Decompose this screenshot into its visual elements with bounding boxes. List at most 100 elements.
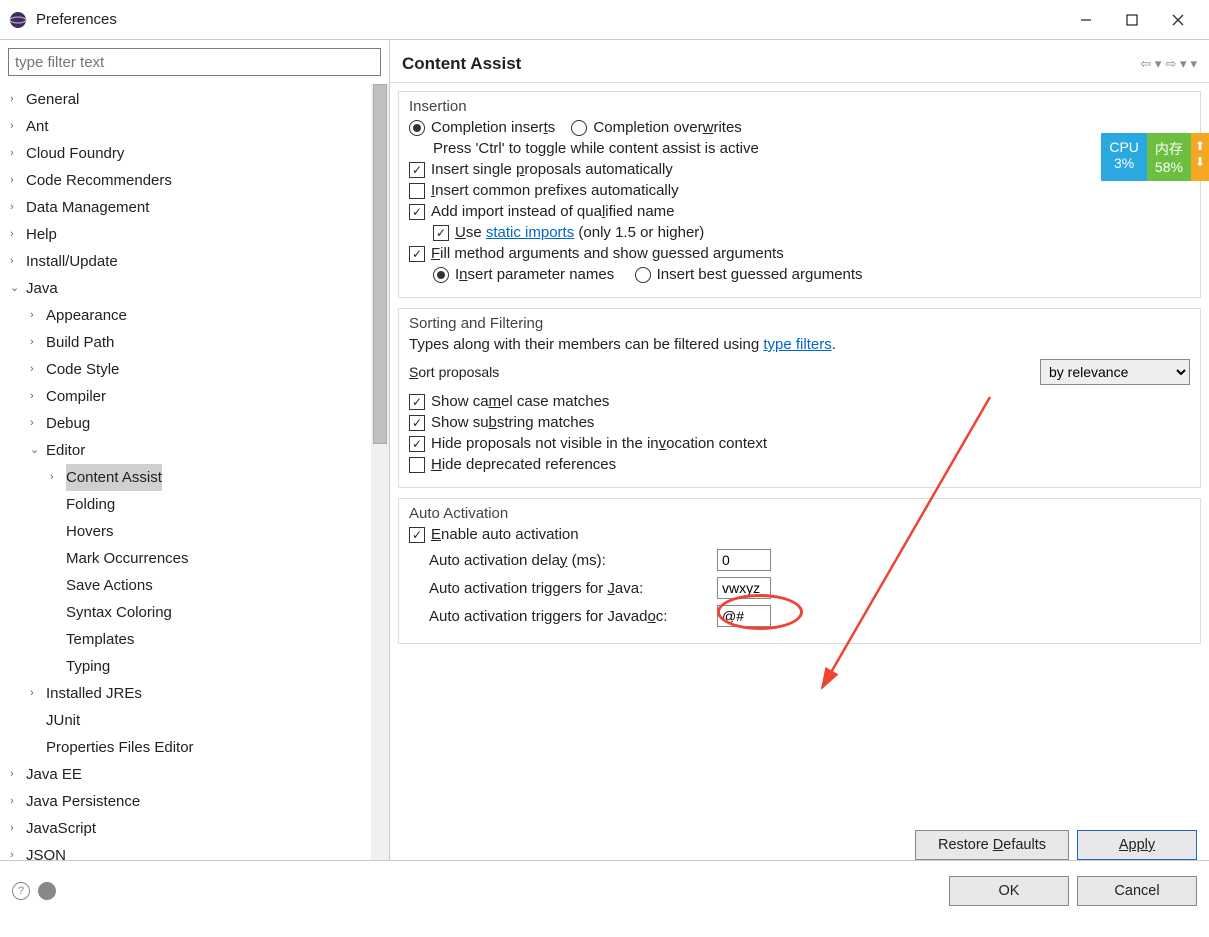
tree-item[interactable]: ⌄Java	[10, 275, 365, 302]
tree-item[interactable]: ⌄Editor	[10, 437, 365, 464]
java-triggers-input[interactable]	[717, 577, 771, 599]
delay-input[interactable]	[717, 549, 771, 571]
cancel-button[interactable]: Cancel	[1077, 876, 1197, 906]
tree-item[interactable]: ›Mark Occurrences	[10, 545, 365, 572]
check-insert-common[interactable]	[409, 183, 425, 199]
chevron-right-icon[interactable]: ›	[10, 248, 24, 275]
mem-label: 内存	[1155, 139, 1183, 159]
tree-item[interactable]: ›Installed JREs	[10, 680, 365, 707]
tree-item-label: Mark Occurrences	[66, 545, 189, 572]
tree-item[interactable]: ›JSON	[10, 842, 365, 860]
chevron-right-icon[interactable]: ›	[10, 113, 24, 140]
chevron-right-icon[interactable]: ›	[50, 464, 64, 491]
chevron-right-icon[interactable]: ›	[10, 167, 24, 194]
tree-item[interactable]: ›Appearance	[10, 302, 365, 329]
tree-item[interactable]: ›Debug	[10, 410, 365, 437]
perf-cpu: CPU 3%	[1101, 133, 1147, 181]
link-type-filters[interactable]: type filters	[763, 336, 831, 353]
label-hide-invisible: Hide proposals not visible in the invoca…	[431, 435, 767, 452]
chevron-right-icon[interactable]: ›	[10, 842, 24, 860]
tree-item-label: Editor	[46, 437, 85, 464]
chevron-right-icon[interactable]: ›	[10, 221, 24, 248]
tree-item[interactable]: ›Help	[10, 221, 365, 248]
tree-item[interactable]: ›Java EE	[10, 761, 365, 788]
check-enable-auto[interactable]	[409, 527, 425, 543]
check-insert-single[interactable]	[409, 162, 425, 178]
sorting-title: Sorting and Filtering	[409, 315, 1190, 332]
label-insert-param-names: Insert parameter names	[455, 266, 614, 283]
content-header: Content Assist ⇦ ▾ ⇨ ▾ ▾	[390, 40, 1209, 83]
chevron-right-icon[interactable]: ›	[10, 815, 24, 842]
tree-item[interactable]: ›Code Recommenders	[10, 167, 365, 194]
chevron-right-icon[interactable]: ›	[10, 788, 24, 815]
tree-scrollbar[interactable]	[371, 84, 389, 860]
tree-item[interactable]: ›Save Actions	[10, 572, 365, 599]
filter-input[interactable]	[8, 48, 381, 76]
radio-completion-inserts[interactable]	[409, 120, 425, 136]
check-camel[interactable]	[409, 394, 425, 410]
check-add-import[interactable]	[409, 204, 425, 220]
chevron-right-icon[interactable]: ›	[30, 410, 44, 437]
tree-item[interactable]: ›Typing	[10, 653, 365, 680]
tree-item[interactable]: ›General	[10, 86, 365, 113]
preferences-tree[interactable]: ›General›Ant›Cloud Foundry›Code Recommen…	[0, 84, 371, 860]
tree-item[interactable]: ›Java Persistence	[10, 788, 365, 815]
tree-item[interactable]: ›Folding	[10, 491, 365, 518]
import-export-icon[interactable]	[38, 882, 56, 900]
radio-best-guessed[interactable]	[635, 267, 651, 283]
chevron-right-icon[interactable]: ›	[10, 194, 24, 221]
chevron-down-icon[interactable]: ⌄	[30, 437, 44, 464]
tree-item[interactable]: ›Code Style	[10, 356, 365, 383]
chevron-down-icon[interactable]: ⌄	[10, 275, 24, 302]
help-icon[interactable]: ?	[12, 882, 30, 900]
tree-item[interactable]: ›Properties Files Editor	[10, 734, 365, 761]
tree-item[interactable]: ›Syntax Coloring	[10, 599, 365, 626]
javadoc-triggers-input[interactable]	[717, 605, 771, 627]
tree-item[interactable]: ›Install/Update	[10, 248, 365, 275]
tree-item[interactable]: ›Build Path	[10, 329, 365, 356]
apply-button[interactable]: Apply	[1077, 830, 1197, 860]
tree-item[interactable]: ›Content Assist	[10, 464, 365, 491]
chevron-right-icon[interactable]: ›	[10, 761, 24, 788]
ok-button[interactable]: OK	[949, 876, 1069, 906]
javadoc-triggers-label: Auto activation triggers for Javadoc:	[409, 608, 709, 625]
perf-arrows: ⬆⬇	[1191, 133, 1209, 181]
chevron-right-icon[interactable]: ›	[30, 302, 44, 329]
check-hide-invisible[interactable]	[409, 436, 425, 452]
check-substring[interactable]	[409, 415, 425, 431]
nav-back-icon[interactable]: ⇦ ▾	[1140, 56, 1161, 72]
close-button[interactable]	[1155, 5, 1201, 35]
restore-defaults-button[interactable]: Restore Defaults	[915, 830, 1069, 860]
tree-item[interactable]: ›Ant	[10, 113, 365, 140]
nav-menu-icon[interactable]: ▾	[1190, 56, 1197, 72]
link-static-imports[interactable]: static imports	[486, 224, 574, 241]
nav-forward-icon[interactable]: ⇨ ▾	[1165, 56, 1186, 72]
check-hide-deprecated[interactable]	[409, 457, 425, 473]
tree-item[interactable]: ›JavaScript	[10, 815, 365, 842]
radio-insert-param-names[interactable]	[433, 267, 449, 283]
tree-item[interactable]: ›Hovers	[10, 518, 365, 545]
chevron-right-icon[interactable]: ›	[10, 86, 24, 113]
check-fill-method[interactable]	[409, 246, 425, 262]
sort-select[interactable]: by relevance	[1040, 359, 1190, 385]
chevron-right-icon[interactable]: ›	[30, 356, 44, 383]
tree-item[interactable]: ›Data Management	[10, 194, 365, 221]
tree-item-label: Syntax Coloring	[66, 599, 172, 626]
chevron-right-icon[interactable]: ›	[30, 680, 44, 707]
check-static-imports[interactable]	[433, 225, 449, 241]
bottom-bar: ? OK Cancel	[0, 860, 1209, 920]
chevron-right-icon[interactable]: ›	[30, 383, 44, 410]
tree-item[interactable]: ›Compiler	[10, 383, 365, 410]
tree-item[interactable]: ›Templates	[10, 626, 365, 653]
chevron-right-icon[interactable]: ›	[10, 140, 24, 167]
tree-item[interactable]: ›Cloud Foundry	[10, 140, 365, 167]
perf-overlay: CPU 3% 内存 58% ⬆⬇	[1101, 133, 1209, 181]
tree-item[interactable]: ›JUnit	[10, 707, 365, 734]
maximize-button[interactable]	[1109, 5, 1155, 35]
minimize-button[interactable]	[1063, 5, 1109, 35]
tree-item-label: Java Persistence	[26, 788, 140, 815]
window-title: Preferences	[36, 11, 1063, 28]
perf-mem: 内存 58%	[1147, 133, 1191, 181]
radio-completion-overwrites[interactable]	[571, 120, 587, 136]
chevron-right-icon[interactable]: ›	[30, 329, 44, 356]
